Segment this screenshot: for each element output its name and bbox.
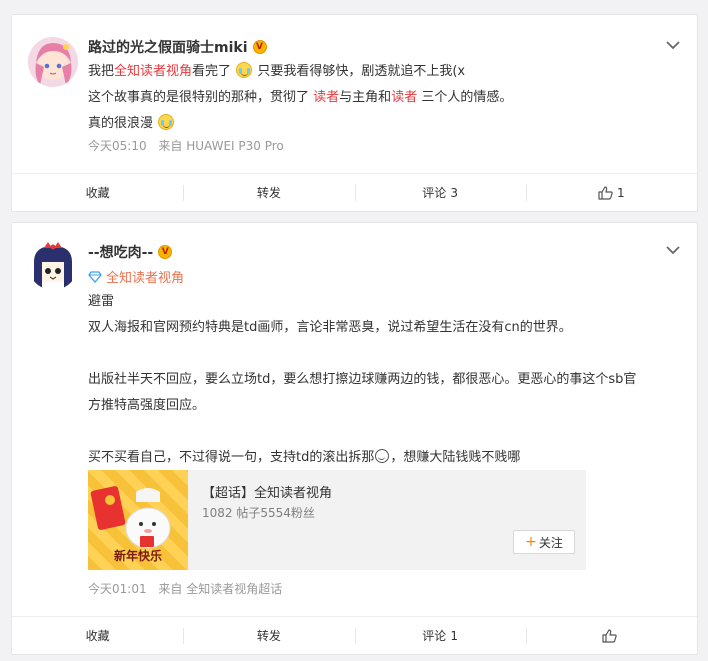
comment-count: 1 [450, 628, 458, 643]
comment-label: 评论 [422, 186, 447, 200]
repost-button[interactable]: 转发 [183, 174, 354, 211]
content-text: 三个人的情感。 [421, 90, 513, 105]
content-line: 真的很浪漫 [88, 111, 683, 137]
link-card-image: 新年快乐 [88, 470, 188, 570]
favorite-label: 收藏 [85, 186, 110, 200]
crying-emoji-icon [236, 62, 253, 78]
comment-label: 评论 [422, 629, 447, 643]
follow-button[interactable]: + 关注 [513, 530, 575, 554]
content-text: 我把 [88, 64, 115, 79]
content-line: 我把全知读者视角看完了 只要我看得够快，剧透就追不上我(x [88, 59, 683, 85]
thumbs-up-icon [602, 628, 617, 643]
content-line: 这个故事真的是很特别的那种，贯彻了 读者与主角和读者 三个人的情感。 [88, 85, 683, 111]
plus-icon: + [525, 534, 537, 550]
content-text: 这个故事真的是很特别的那种，贯彻了 [88, 90, 310, 105]
post-meta: 今天05:10 来自 HUAWEI P30 Pro [88, 137, 292, 154]
content-text: 看完了 [192, 64, 232, 79]
favorite-label: 收藏 [85, 629, 110, 643]
post-source: 来自 全知读者视角超话 [158, 582, 283, 596]
content-line: 双人海报和官网预约特典是td画师，言论非常恶臭，说过希望生活在没有cn的世界。 [88, 320, 572, 335]
repost-label: 转发 [256, 186, 281, 200]
super-topic-link-card[interactable]: 新年快乐 【超话】全知读者视角 1082 帖子5554粉丝 + 关注 [88, 470, 586, 570]
content-text: 与主角和 [339, 90, 392, 105]
super-topic-tag[interactable]: 全知读者视角 [88, 267, 184, 286]
anime-avatar-icon [28, 37, 78, 87]
content-text: 买不买看自己，不过得说一句，支持td的滚出拆那 [88, 450, 375, 465]
comment-count: 3 [450, 185, 458, 200]
author-name[interactable]: --想吃肉-- [88, 242, 153, 262]
content-text: ，想赚大陆钱贱不贱哪 [390, 450, 521, 465]
new-year-illustration-icon: 新年快乐 [90, 486, 171, 563]
thumbs-up-icon [598, 185, 613, 200]
highlight-text: 读者 [313, 90, 340, 105]
favorite-button[interactable]: 收藏 [12, 174, 183, 211]
vip-badge-icon: V [158, 245, 173, 259]
content-text: 真的很浪漫 [88, 116, 154, 131]
highlight-text: 读者 [391, 90, 418, 105]
cartoon-girl-avatar-icon [28, 240, 78, 290]
action-bar: 收藏 转发 评论 1 [12, 616, 697, 654]
comment-button[interactable]: 评论 1 [354, 617, 526, 654]
content-line: 避雷 [88, 294, 115, 309]
post-source: 来自 HUAWEI P30 Pro [158, 139, 284, 153]
post-time[interactable]: 今天01:01 [88, 582, 147, 596]
link-card-title: 【超话】全知读者视角 [202, 486, 333, 501]
like-button[interactable]: 1 [525, 174, 697, 211]
post-time[interactable]: 今天05:10 [88, 139, 147, 153]
super-topic-label[interactable]: 全知读者视角 [106, 267, 184, 286]
avatar[interactable] [28, 240, 78, 290]
topic-link[interactable]: 全知读者视角 [114, 64, 192, 79]
comment-button[interactable]: 评论 3 [354, 174, 526, 211]
repost-button[interactable]: 转发 [183, 617, 354, 654]
author-name[interactable]: 路过的光之假面骑士miki [88, 37, 248, 57]
link-card-subtitle: 1082 帖子5554粉丝 [202, 506, 315, 520]
chevron-down-icon[interactable] [665, 244, 681, 256]
favorite-button[interactable]: 收藏 [12, 617, 183, 654]
feed-card-2: --想吃肉-- V 全知读者视角 避雷 双人海报和官网预约特典是td画师，言论非… [11, 222, 698, 655]
diamond-icon [88, 270, 102, 283]
chevron-down-icon[interactable] [665, 39, 681, 51]
avatar[interactable] [28, 37, 78, 87]
content-line: 买不买看自己，不过得说一句，支持td的滚出拆那 ，想赚大陆钱贱不贱哪 [88, 445, 683, 471]
post-content: 避雷 双人海报和官网预约特典是td画师，言论非常恶臭，说过希望生活在没有cn的世… [88, 289, 683, 471]
like-button[interactable] [525, 617, 697, 654]
vip-badge-icon: V [252, 40, 267, 54]
like-count: 1 [617, 185, 625, 200]
content-text: 只要我看得够快，剧透就追不上我(x [257, 64, 466, 79]
laughing-emoji-icon [375, 449, 390, 463]
image-caption: 新年快乐 [114, 548, 162, 563]
follow-label: 关注 [538, 535, 563, 550]
feed-card-1: 路过的光之假面骑士miki V 我把全知读者视角看完了 只要我看得够快，剧透就追… [11, 14, 698, 212]
content-line: 方推特高强度回应。 [88, 398, 206, 413]
post-content: 我把全知读者视角看完了 只要我看得够快，剧透就追不上我(x 这个故事真的是很特别… [88, 59, 683, 137]
repost-label: 转发 [256, 629, 281, 643]
content-line: 出版社半天不回应，要么立场td，要么想打擦边球赚两边的钱，都很恶心。更恶心的事这… [88, 372, 637, 387]
post-meta: 今天01:01 来自 全知读者视角超话 [88, 580, 290, 597]
crying-emoji-icon [158, 114, 175, 130]
action-bar: 收藏 转发 评论 3 1 [12, 173, 697, 211]
